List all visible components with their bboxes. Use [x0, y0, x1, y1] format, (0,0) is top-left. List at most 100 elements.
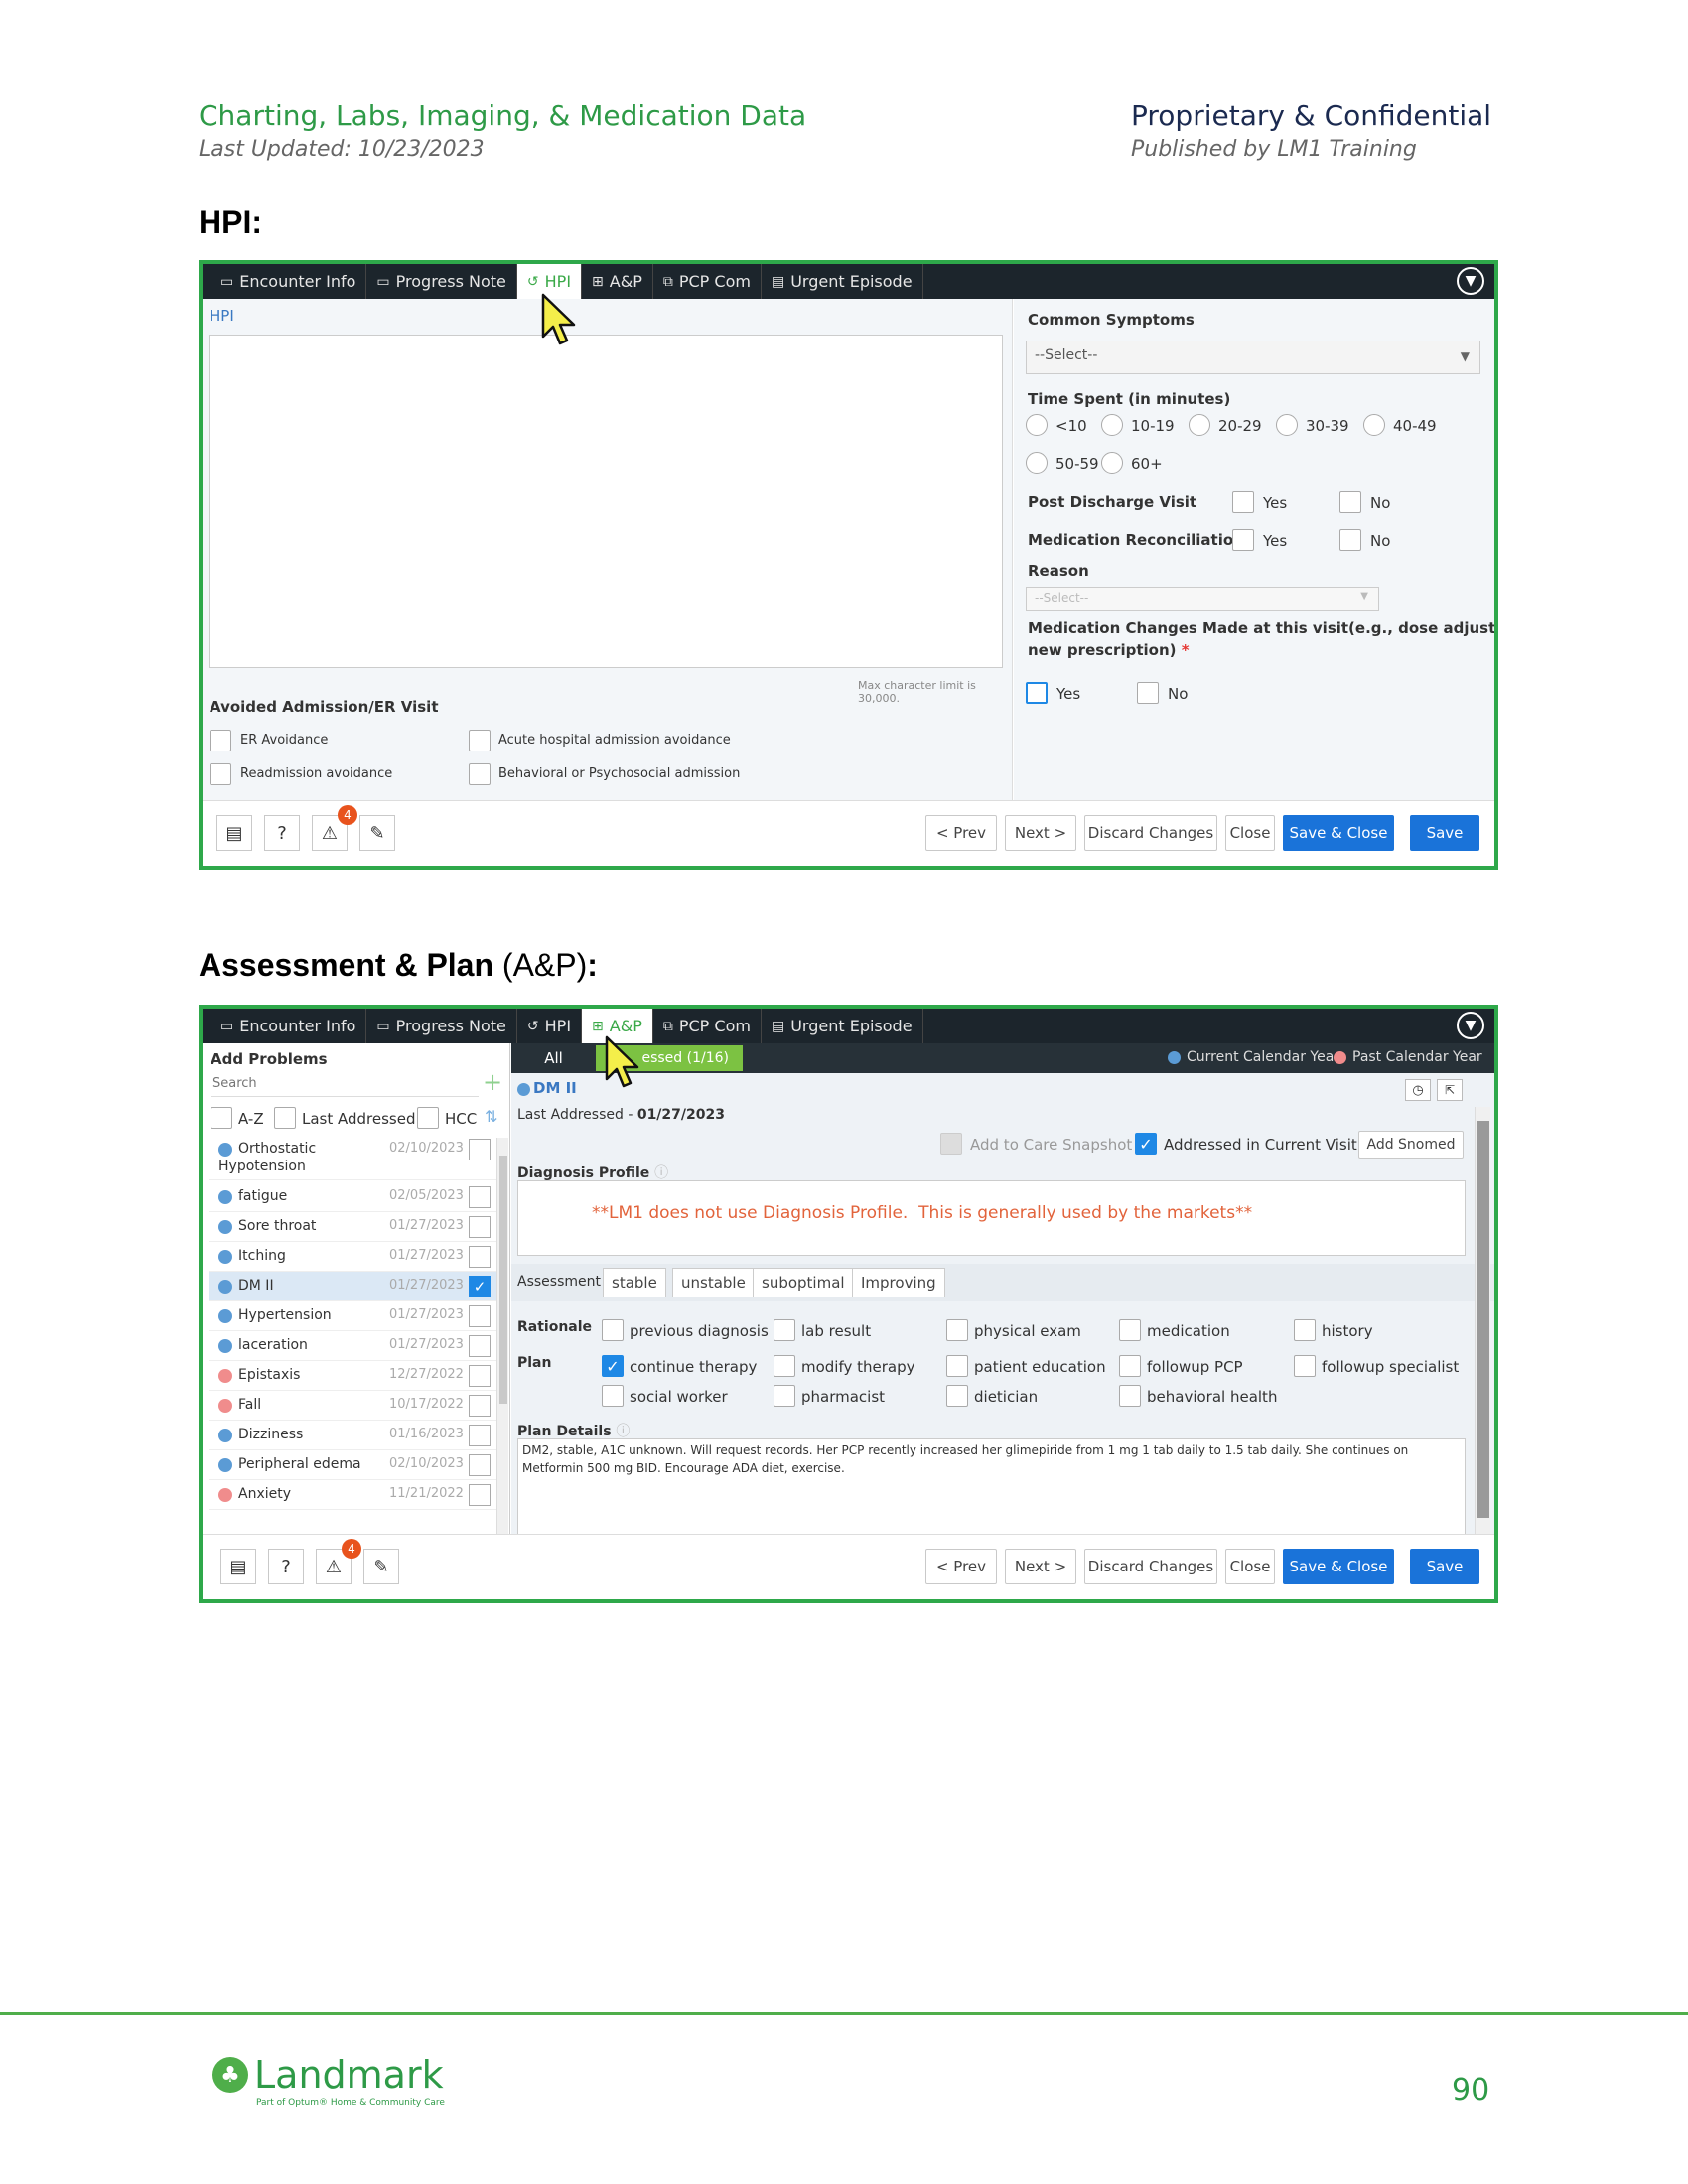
tab-encounter-info[interactable]: ▭ Encounter Info — [211, 264, 367, 299]
help-doc-icon[interactable]: ? — [268, 1549, 304, 1584]
save-button[interactable]: Save — [1410, 815, 1479, 851]
tab-urgent-episode[interactable]: ▤ Urgent Episode — [762, 264, 923, 299]
problem-list-item[interactable]: Peripheral edema 02/10/2023 — [209, 1450, 496, 1480]
prev-button[interactable]: < Prev — [925, 1549, 997, 1584]
assessment-unstable-button[interactable]: unstable — [672, 1268, 755, 1297]
help-doc-icon[interactable]: ? — [264, 815, 300, 851]
er-avoidance-checkbox[interactable] — [210, 730, 231, 751]
post-discharge-no-checkbox[interactable] — [1339, 491, 1361, 513]
rationale-previous-diagnosis-checkbox[interactable] — [602, 1319, 624, 1341]
document-icon[interactable]: ▤ — [216, 815, 252, 851]
rationale-medication-checkbox[interactable] — [1119, 1319, 1141, 1341]
tab-hpi[interactable]: ↺ HPI — [517, 1009, 583, 1043]
detail-scrollbar[interactable] — [1475, 1107, 1490, 1538]
time-radio-30-39[interactable] — [1276, 414, 1298, 436]
problem-select-checkbox[interactable] — [469, 1246, 491, 1268]
problem-select-checkbox[interactable] — [469, 1216, 491, 1238]
plan-followup-specialist-checkbox[interactable] — [1294, 1355, 1316, 1377]
problem-select-checkbox[interactable] — [469, 1139, 491, 1160]
diagnosis-profile-box[interactable]: **LM1 does not use Diagnosis Profile. Th… — [517, 1180, 1466, 1256]
clock-icon[interactable]: ◷ — [1405, 1079, 1431, 1101]
tab-encounter-info[interactable]: ▭ Encounter Info — [211, 1009, 367, 1043]
filter-all-button[interactable]: All — [511, 1043, 596, 1073]
problem-select-checkbox[interactable] — [469, 1186, 491, 1208]
problem-list-item[interactable]: Dizziness 01/16/2023 — [209, 1421, 496, 1450]
problem-list-item[interactable]: Hypertension 01/27/2023 — [209, 1301, 496, 1331]
tab-pcp-com[interactable]: ⧉ PCP Com — [653, 1009, 762, 1043]
problem-list-item[interactable]: laceration 01/27/2023 — [209, 1331, 496, 1361]
time-radio-50-59[interactable] — [1026, 452, 1048, 474]
problem-select-checkbox[interactable] — [469, 1425, 491, 1446]
problem-list-item[interactable]: Orthostatic Hypotension 02/10/2023 — [209, 1135, 496, 1180]
problem-select-checkbox[interactable] — [469, 1305, 491, 1327]
problem-select-checkbox[interactable] — [469, 1454, 491, 1476]
scrollbar-thumb[interactable] — [499, 1156, 507, 1404]
next-button[interactable]: Next > — [1005, 815, 1076, 851]
rationale-history-checkbox[interactable] — [1294, 1319, 1316, 1341]
close-button[interactable]: Close — [1225, 815, 1275, 851]
tab-ap[interactable]: ⊞ A&P — [582, 264, 653, 299]
save-close-button[interactable]: Save & Close — [1283, 815, 1394, 851]
problem-search-input[interactable] — [211, 1071, 479, 1097]
problem-list-scrollbar[interactable] — [496, 1138, 508, 1535]
collapse-icon[interactable]: ▼ — [1457, 267, 1484, 295]
plan-dietician-checkbox[interactable] — [946, 1385, 968, 1407]
problem-select-checkbox[interactable] — [469, 1365, 491, 1387]
discard-changes-button[interactable]: Discard Changes — [1084, 1549, 1217, 1584]
time-radio-10-19[interactable] — [1101, 414, 1123, 436]
med-changes-yes-checkbox[interactable] — [1026, 682, 1048, 704]
sort-order-icon[interactable]: ⇅ — [485, 1107, 497, 1126]
med-changes-no-checkbox[interactable] — [1137, 682, 1159, 704]
time-radio-lt10[interactable] — [1026, 414, 1048, 436]
behavioral-checkbox[interactable] — [469, 763, 491, 785]
problem-select-checkbox[interactable] — [469, 1484, 491, 1506]
next-button[interactable]: Next > — [1005, 1549, 1076, 1584]
edit-icon[interactable]: ✎ — [363, 1549, 399, 1584]
sort-hcc-checkbox[interactable] — [417, 1107, 439, 1129]
plan-social-worker-checkbox[interactable] — [602, 1385, 624, 1407]
problem-list-item[interactable]: Fall 10/17/2022 — [209, 1391, 496, 1421]
rationale-physical-exam-checkbox[interactable] — [946, 1319, 968, 1341]
assessment-suboptimal-button[interactable]: suboptimal — [753, 1268, 854, 1297]
add-snomed-button[interactable]: Add Snomed — [1358, 1131, 1464, 1159]
plan-pharmacist-checkbox[interactable] — [774, 1385, 795, 1407]
problem-list-item[interactable]: Itching 01/27/2023 — [209, 1242, 496, 1272]
problem-select-checkbox[interactable] — [469, 1395, 491, 1417]
save-button[interactable]: Save — [1410, 1549, 1479, 1584]
close-button[interactable]: Close — [1225, 1549, 1275, 1584]
post-discharge-yes-checkbox[interactable] — [1232, 491, 1254, 513]
plan-patient-education-checkbox[interactable] — [946, 1355, 968, 1377]
rationale-lab-result-checkbox[interactable] — [774, 1319, 795, 1341]
problem-list-item[interactable]: Sore throat 01/27/2023 — [209, 1212, 496, 1242]
problem-list-item[interactable]: Epistaxis 12/27/2022 — [209, 1361, 496, 1391]
acute-hospital-checkbox[interactable] — [469, 730, 491, 751]
problem-select-checkbox[interactable] — [469, 1335, 491, 1357]
add-icon[interactable]: + — [483, 1069, 502, 1095]
time-radio-40-49[interactable] — [1363, 414, 1385, 436]
plan-followup-pcp-checkbox[interactable] — [1119, 1355, 1141, 1377]
addressed-current-visit-checkbox[interactable]: ✓ — [1135, 1133, 1157, 1155]
hpi-textarea[interactable] — [209, 335, 1003, 668]
plan-modify-therapy-checkbox[interactable] — [774, 1355, 795, 1377]
edit-icon[interactable]: ✎ — [359, 815, 395, 851]
collapse-icon[interactable]: ▼ — [1457, 1012, 1484, 1039]
time-radio-60plus[interactable] — [1101, 452, 1123, 474]
time-radio-20-29[interactable] — [1189, 414, 1210, 436]
add-care-snapshot-checkbox[interactable] — [940, 1133, 962, 1155]
med-reconciliation-yes-checkbox[interactable] — [1232, 529, 1254, 551]
scrollbar-thumb[interactable] — [1477, 1121, 1489, 1518]
med-reconciliation-no-checkbox[interactable] — [1339, 529, 1361, 551]
common-symptoms-select[interactable]: --Select-- ▼ — [1026, 341, 1480, 374]
readmission-checkbox[interactable] — [210, 763, 231, 785]
assessment-improving-button[interactable]: Improving — [852, 1268, 945, 1297]
problem-list-item[interactable]: DM II 01/27/2023 ✓ — [209, 1272, 496, 1301]
save-close-button[interactable]: Save & Close — [1283, 1549, 1394, 1584]
tab-urgent-episode[interactable]: ▤ Urgent Episode — [762, 1009, 923, 1043]
discard-changes-button[interactable]: Discard Changes — [1084, 815, 1217, 851]
export-icon[interactable]: ⇱ — [1437, 1079, 1463, 1101]
plan-details-textarea[interactable]: DM2, stable, A1C unknown. Will request r… — [517, 1438, 1466, 1538]
prev-button[interactable]: < Prev — [925, 815, 997, 851]
tab-progress-note[interactable]: ▭ Progress Note — [366, 1009, 517, 1043]
sort-az-checkbox[interactable] — [211, 1107, 232, 1129]
tab-progress-note[interactable]: ▭ Progress Note — [366, 264, 517, 299]
